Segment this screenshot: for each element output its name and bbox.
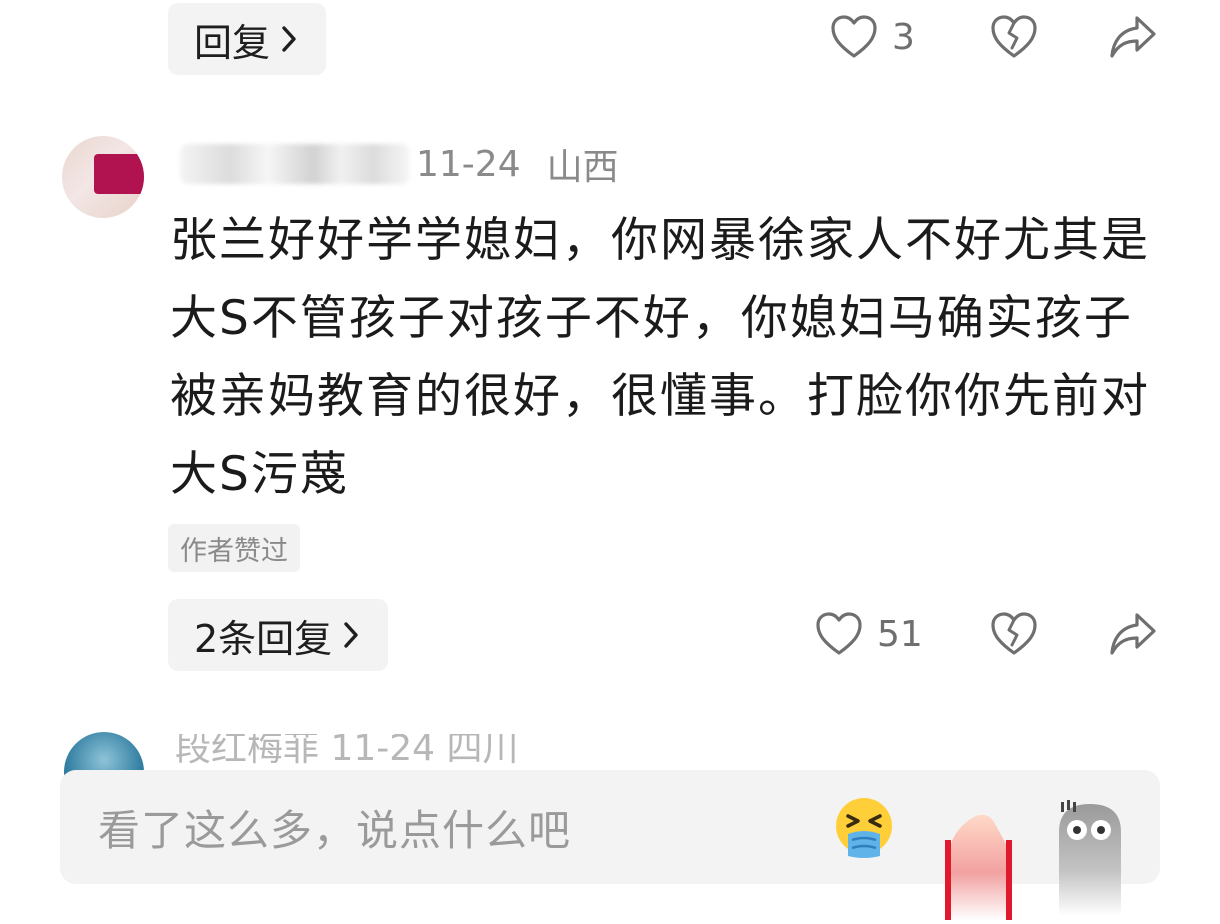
heart-icon	[815, 611, 863, 657]
ghost-face-icon[interactable]	[1055, 796, 1125, 916]
like-button[interactable]: 3	[830, 14, 915, 60]
broken-heart-icon	[990, 14, 1038, 60]
share-button[interactable]	[1108, 14, 1158, 60]
like-button[interactable]: 51	[815, 611, 923, 657]
comment-location: 山西	[546, 147, 619, 188]
comment-text: 张兰好好学学媳妇，你网暴徐家人不好尤其是大S不管孩子对孩子不好，你媳妇马确实孩子…	[170, 213, 1150, 502]
comment-input-placeholder[interactable]: 看了这么多，说点什么吧	[98, 770, 571, 884]
chevron-right-icon	[280, 25, 298, 53]
raised-hand-icon[interactable]	[942, 800, 1016, 920]
like-count: 51	[877, 613, 923, 655]
nauseated-face-icon[interactable]	[832, 796, 896, 860]
broken-heart-icon	[990, 611, 1038, 657]
username-blurred	[180, 144, 410, 184]
author-liked-badge: 作者赞过	[168, 524, 300, 572]
comment-meta: 11-24 山西	[180, 140, 619, 188]
view-replies-button[interactable]: 2条回复	[168, 599, 389, 671]
share-button[interactable]	[1108, 611, 1158, 657]
heart-icon	[830, 14, 878, 60]
share-arrow-icon	[1108, 14, 1158, 60]
reply-button[interactable]: 回复	[168, 3, 327, 75]
chevron-right-icon	[342, 621, 360, 649]
share-arrow-icon	[1108, 611, 1158, 657]
replies-label: 2条回复	[194, 616, 333, 661]
avatar[interactable]	[62, 136, 144, 218]
dislike-button[interactable]	[990, 611, 1038, 657]
comment-input-bar[interactable]: 看了这么多，说点什么吧	[60, 770, 1160, 920]
comment-time: 11-24	[416, 143, 521, 185]
like-count: 3	[892, 16, 915, 58]
avatar-image	[94, 154, 144, 194]
reply-label: 回复	[194, 20, 271, 65]
comment-meta-preview: 段红梅菲 11-24 四川	[175, 734, 519, 764]
dislike-button[interactable]	[990, 14, 1038, 60]
